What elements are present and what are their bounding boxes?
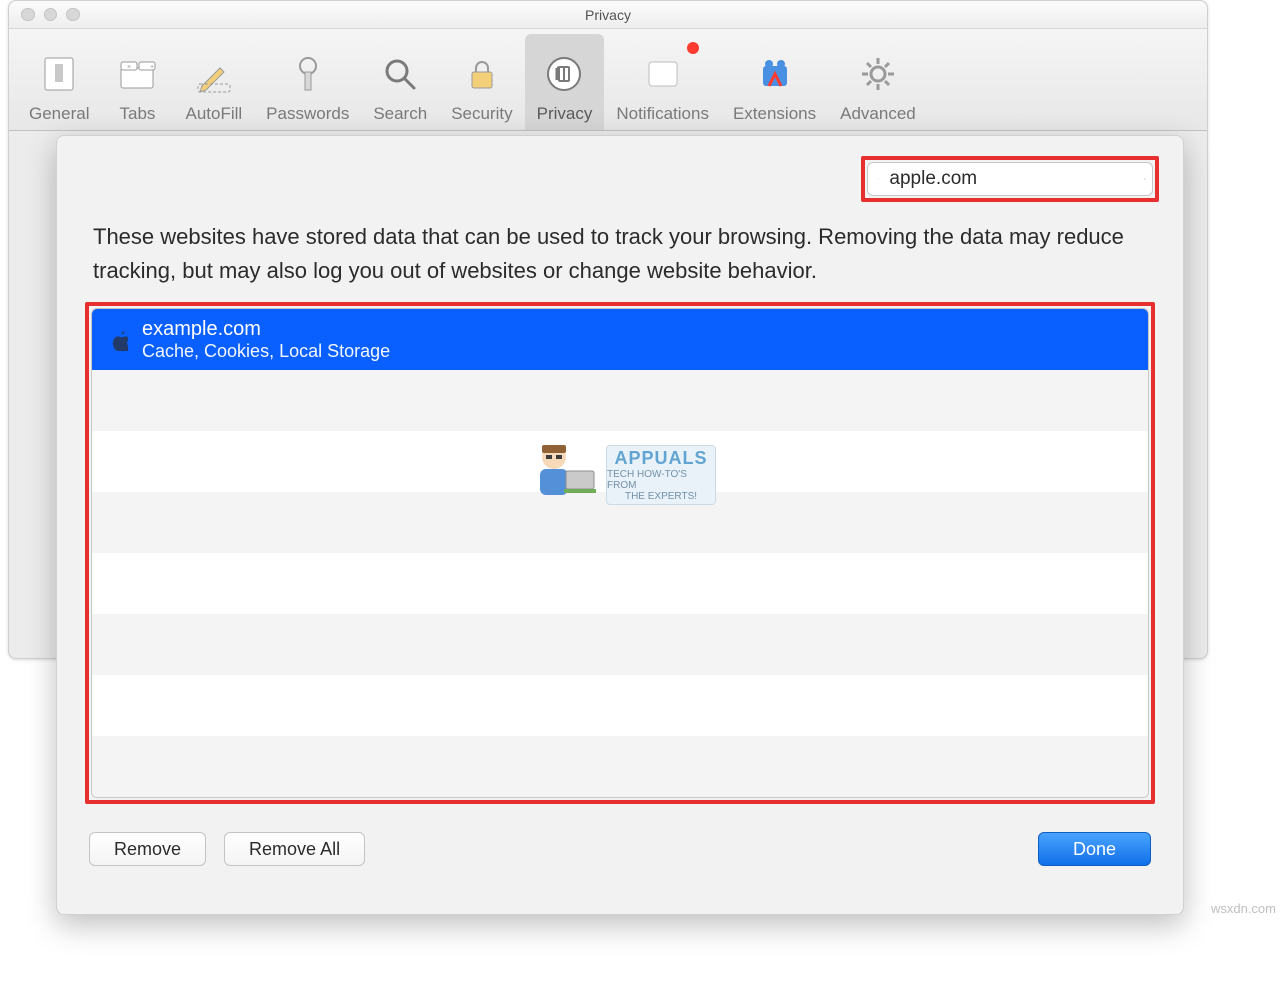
toolbar-item-security[interactable]: Security: [439, 34, 524, 130]
preferences-toolbar: General ×+ Tabs AutoFill Passwords: [9, 29, 1207, 131]
toolbar-item-advanced[interactable]: Advanced: [828, 34, 928, 130]
list-row-empty: [92, 553, 1148, 614]
passwords-icon: [284, 50, 332, 98]
toolbar-item-autofill[interactable]: AutoFill: [173, 34, 254, 130]
website-row[interactable]: example.com Cache, Cookies, Local Storag…: [92, 309, 1148, 370]
toolbar-label: Advanced: [840, 104, 916, 124]
toolbar-item-extensions[interactable]: Extensions: [721, 34, 828, 130]
toolbar-label: Privacy: [537, 104, 593, 124]
extensions-icon: [751, 50, 799, 98]
search-icon: [376, 50, 424, 98]
list-row-empty: [92, 492, 1148, 553]
annotation-highlight: [861, 156, 1159, 202]
website-data-sheet: These websites have stored data that can…: [56, 135, 1184, 915]
apple-icon: [108, 329, 128, 351]
toolbar-label: General: [29, 104, 89, 124]
toolbar-label: AutoFill: [185, 104, 242, 124]
privacy-icon: [540, 50, 588, 98]
svg-text:×: ×: [127, 64, 131, 71]
svg-text:+: +: [150, 64, 154, 71]
site-data-types: Cache, Cookies, Local Storage: [142, 341, 390, 362]
toolbar-item-passwords[interactable]: Passwords: [254, 34, 361, 130]
search-icon: [878, 170, 879, 188]
toolbar-item-search[interactable]: Search: [361, 34, 439, 130]
toolbar-label: Tabs: [120, 104, 156, 124]
website-data-list[interactable]: example.com Cache, Cookies, Local Storag…: [91, 308, 1149, 798]
gear-icon: [854, 50, 902, 98]
toolbar-item-notifications[interactable]: Notifications: [604, 34, 721, 130]
notification-badge-icon: [687, 42, 699, 54]
button-row: Remove Remove All Done: [81, 832, 1159, 866]
toolbar-label: Notifications: [616, 104, 709, 124]
clear-search-icon[interactable]: [1144, 169, 1146, 189]
search-input[interactable]: [889, 168, 1134, 190]
toolbar-item-general[interactable]: General: [17, 34, 101, 130]
list-row-empty: [92, 614, 1148, 675]
toolbar-item-tabs[interactable]: ×+ Tabs: [101, 34, 173, 130]
list-row-empty: [92, 431, 1148, 492]
toolbar-label: Extensions: [733, 104, 816, 124]
toolbar-label: Search: [373, 104, 427, 124]
remove-all-button[interactable]: Remove All: [224, 832, 365, 866]
site-domain: example.com: [142, 318, 390, 341]
list-row-empty: [92, 370, 1148, 431]
lock-icon: [458, 50, 506, 98]
source-credit: wsxdn.com: [1211, 901, 1276, 916]
toolbar-label: Security: [451, 104, 512, 124]
titlebar: Privacy: [9, 1, 1207, 29]
search-field[interactable]: [867, 162, 1153, 196]
notifications-icon: [639, 50, 687, 98]
annotation-highlight: example.com Cache, Cookies, Local Storag…: [85, 302, 1155, 804]
general-icon: [35, 50, 83, 98]
autofill-icon: [190, 50, 238, 98]
tabs-icon: ×+: [113, 50, 161, 98]
description-text: These websites have stored data that can…: [81, 220, 1159, 302]
list-row-empty: [92, 736, 1148, 797]
remove-button[interactable]: Remove: [89, 832, 206, 866]
window-title: Privacy: [9, 7, 1207, 23]
list-row-empty: [92, 675, 1148, 736]
toolbar-item-privacy[interactable]: Privacy: [525, 34, 605, 130]
done-button[interactable]: Done: [1038, 832, 1151, 866]
toolbar-label: Passwords: [266, 104, 349, 124]
